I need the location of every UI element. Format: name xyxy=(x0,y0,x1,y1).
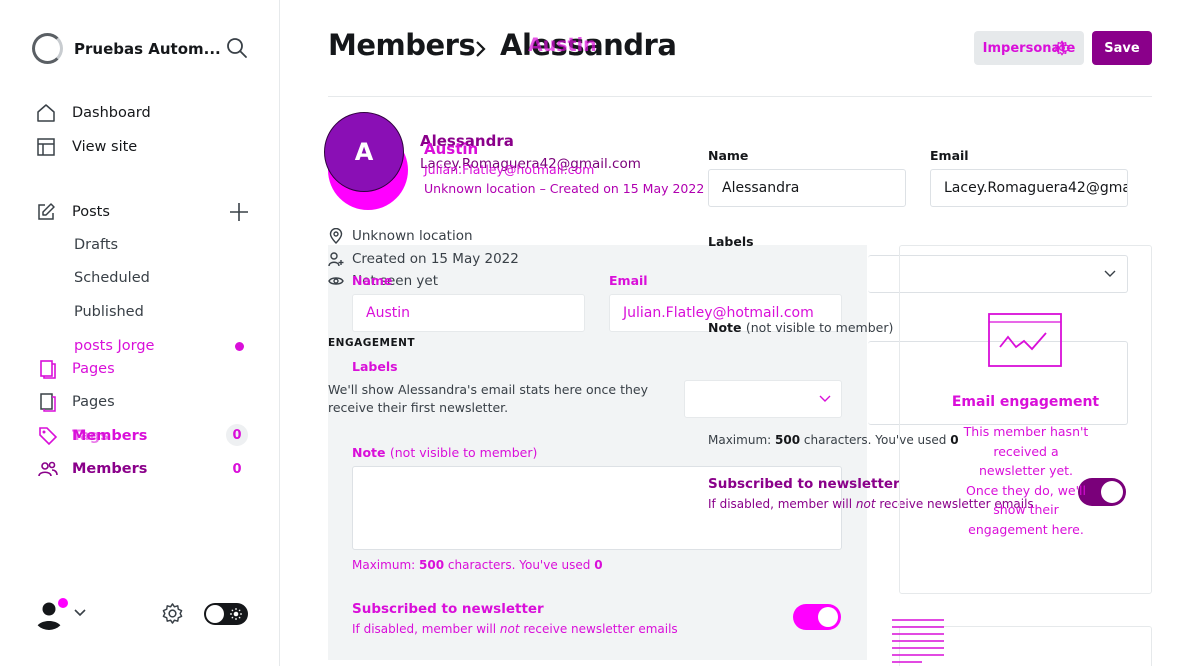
member-created: Created on 15 May 2022 xyxy=(328,251,519,267)
settings-gear-icon[interactable] xyxy=(161,602,184,625)
unread-dot-icon xyxy=(235,342,244,351)
ghost-subscribed-label: Subscribed to newsletter xyxy=(352,601,544,617)
member-location: Unknown location xyxy=(328,228,473,244)
toggle-knob xyxy=(818,607,838,627)
email-chart-icon xyxy=(988,313,1062,367)
email-input[interactable]: Lacey.Romaguera42@gmail.com xyxy=(930,169,1128,207)
name-label: Name xyxy=(708,148,749,163)
breadcrumb-ghost: Austin xyxy=(528,34,597,56)
name-input[interactable]: Alessandra xyxy=(708,169,906,207)
nav-posts[interactable]: Posts xyxy=(36,202,110,222)
nav-members-label: Members xyxy=(72,461,148,477)
nav-tags-ghost-label: Tags Members xyxy=(72,428,148,444)
site-logo-icon xyxy=(32,33,63,64)
user-notification-dot-icon xyxy=(58,598,68,608)
nav-published[interactable]: Published xyxy=(74,304,144,320)
members-count: 0 xyxy=(232,461,242,477)
user-add-icon xyxy=(328,252,344,267)
activity-lines-icon xyxy=(892,619,944,663)
nav-posts-jorge[interactable]: posts Jorge xyxy=(74,338,154,354)
toggle-knob xyxy=(206,605,224,623)
email-engagement-card xyxy=(899,245,1152,594)
tag-icon xyxy=(39,427,58,446)
ghost-subscribed-toggle[interactable] xyxy=(793,604,841,630)
members-icon xyxy=(38,461,58,477)
add-post-icon[interactable] xyxy=(228,201,250,223)
members-ghost-count: 0 xyxy=(226,424,248,446)
nav-tags-ghost[interactable]: Tags Members xyxy=(38,426,147,446)
nav-members[interactable]: Members xyxy=(38,459,147,479)
nav-pages-label: Pages xyxy=(72,394,115,410)
sidebar: Pruebas Autom... Dashboard View site Pos… xyxy=(0,0,280,666)
subscribed-label: Subscribed to newsletter xyxy=(708,476,900,492)
ghost-note-label: Note (not visible to member) xyxy=(352,445,538,460)
layout-icon xyxy=(37,138,55,156)
nav-dashboard-label: Dashboard xyxy=(72,105,151,121)
site-name: Pruebas Autom... xyxy=(74,39,221,58)
sun-icon xyxy=(230,608,242,620)
nav-drafts[interactable]: Drafts xyxy=(74,237,118,253)
engagement-stats-text: We'll show Alessandra's email stats here… xyxy=(328,382,648,415)
nav-posts-label: Posts xyxy=(72,204,110,220)
edit-icon xyxy=(38,203,55,220)
pages-icon xyxy=(40,360,56,379)
member-location-text: Unknown location xyxy=(352,228,473,244)
nav-pages[interactable]: Pages xyxy=(38,392,115,412)
eye-icon xyxy=(328,277,344,285)
site-brand[interactable]: Pruebas Autom... xyxy=(32,33,221,64)
nav-scheduled[interactable]: Scheduled xyxy=(74,270,150,286)
settings-gear-icon xyxy=(1054,40,1070,56)
note-label: Note (not visible to member) xyxy=(708,320,894,335)
engagement-heading: ENGAGEMENT xyxy=(328,337,416,349)
search-icon[interactable] xyxy=(226,37,248,59)
ghost-labels-label: Labels xyxy=(352,359,398,374)
header-divider xyxy=(328,96,1152,97)
ghost-name-label: Name xyxy=(352,273,393,288)
nav-dashboard[interactable]: Dashboard xyxy=(36,103,151,123)
chevron-right-icon xyxy=(476,41,486,57)
chevron-down-icon[interactable] xyxy=(73,608,87,618)
nav-view-site-label: View site xyxy=(72,139,138,155)
dark-mode-toggle[interactable] xyxy=(204,603,248,625)
nav-view-site[interactable]: View site xyxy=(36,137,137,157)
email-engagement-title: Email engagement xyxy=(951,394,1100,410)
nav-pages-ghost[interactable]: Pages xyxy=(38,359,115,379)
ghost-email-label: Email xyxy=(609,273,648,288)
home-icon xyxy=(37,104,55,122)
impersonate-button[interactable]: Impersonate xyxy=(974,31,1084,65)
member-created-text: Created on 15 May 2022 xyxy=(352,251,519,267)
member-email-ghost: Julian.Flatley@hotmail.com xyxy=(424,162,595,177)
nav-pages-ghost-label: Pages xyxy=(72,361,115,377)
ghost-note-counter: Maximum: 500 characters. You've used 0 xyxy=(352,558,603,572)
email-label: Email xyxy=(930,148,969,163)
email-engagement-desc: This member hasn't received a newsletter… xyxy=(963,424,1089,537)
member-avatar: A xyxy=(324,112,404,192)
breadcrumb-members[interactable]: Members xyxy=(328,28,476,62)
chevron-down-icon xyxy=(819,395,831,402)
ghost-subscribed-hint: If disabled, member will not receive new… xyxy=(352,622,678,636)
member-meta-ghost: Unknown location – Created on 15 May 202… xyxy=(424,181,705,196)
pages-icon xyxy=(40,393,56,412)
ghost-name-input[interactable]: Austin xyxy=(352,294,585,332)
labels-label: Labels xyxy=(708,234,754,249)
save-button[interactable]: Save xyxy=(1092,31,1152,65)
location-pin-icon xyxy=(329,228,343,244)
